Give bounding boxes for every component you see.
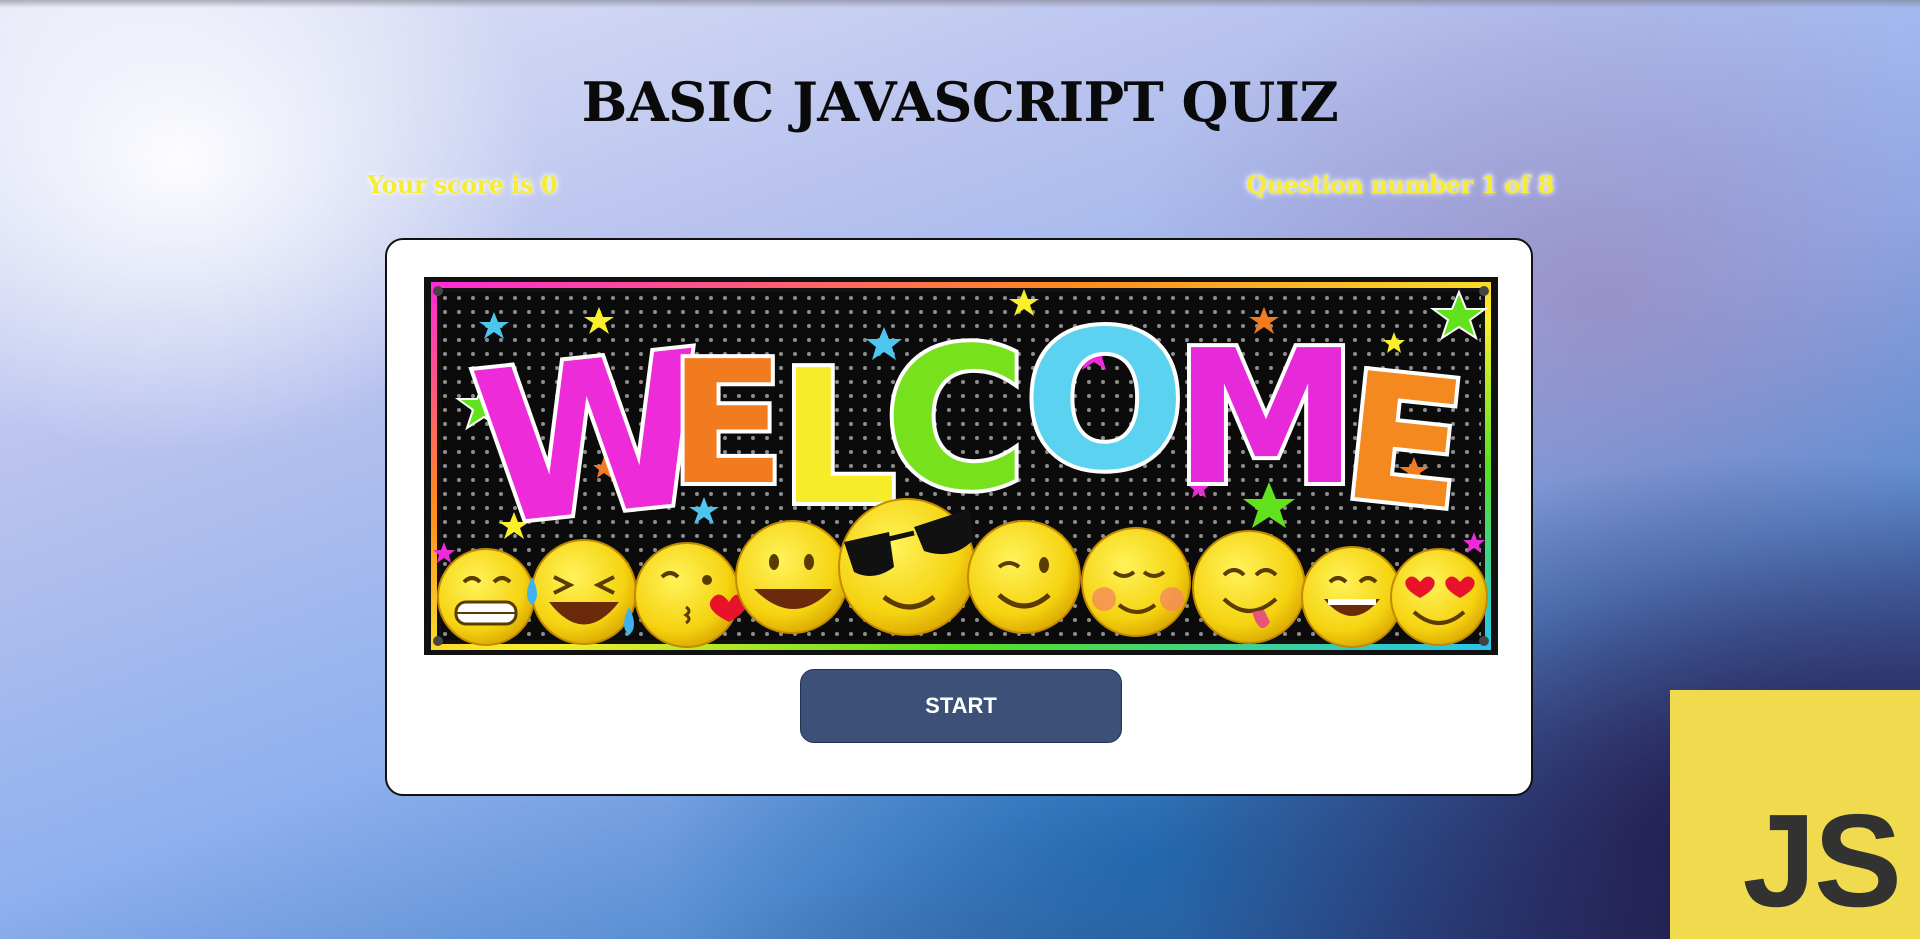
start-button[interactable]: START bbox=[800, 669, 1122, 743]
question-counter: Question number 1 of 8 bbox=[1246, 170, 1554, 199]
welcome-banner-image: W E L C O M E bbox=[424, 277, 1498, 655]
svg-text:M: M bbox=[1174, 310, 1358, 526]
svg-text:E: E bbox=[1334, 335, 1474, 549]
svg-text:O: O bbox=[1024, 291, 1186, 512]
yum-emoji-icon bbox=[1192, 530, 1306, 644]
svg-text:E: E bbox=[669, 325, 785, 523]
sunglasses-emoji-icon bbox=[838, 498, 976, 636]
score-label: Your score is 0 bbox=[367, 170, 558, 199]
big-smile-emoji-icon bbox=[1301, 546, 1403, 648]
smiling-emoji-icon bbox=[735, 520, 849, 634]
winking-emoji-icon bbox=[967, 520, 1081, 634]
page-title: BASIC JAVASCRIPT QUIZ bbox=[581, 70, 1339, 134]
javascript-logo-text: JS bbox=[1742, 787, 1902, 934]
quiz-card: W E L C O M E START bbox=[385, 238, 1533, 796]
heart-eyes-emoji-icon bbox=[1390, 548, 1488, 646]
blushing-emoji-icon bbox=[1081, 527, 1191, 637]
javascript-logo: JS bbox=[1670, 690, 1920, 939]
welcome-banner-graphic: W E L C O M E bbox=[424, 277, 1498, 655]
top-shadow bbox=[0, 0, 1920, 8]
grinning-emoji-icon bbox=[437, 548, 535, 646]
